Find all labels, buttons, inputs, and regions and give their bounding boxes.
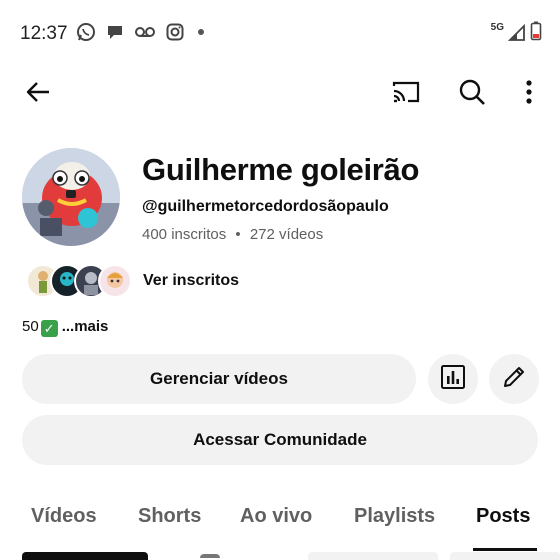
description-text: 50 bbox=[22, 318, 39, 335]
network-type: 5G bbox=[490, 22, 504, 33]
channel-handle: @guilhermetorcedordosãopaulo bbox=[142, 198, 389, 215]
dot-icon bbox=[194, 22, 208, 47]
status-bar: 12:37 5G bbox=[0, 0, 560, 66]
filter-chip[interactable] bbox=[22, 552, 148, 560]
signal-icon bbox=[507, 20, 526, 47]
subscriber-avatar bbox=[98, 264, 132, 298]
channel-name: Guilherme goleirão bbox=[142, 152, 420, 187]
analytics-button[interactable] bbox=[428, 354, 478, 404]
tab-live[interactable]: Ao vivo bbox=[240, 505, 312, 528]
status-time: 12:37 bbox=[20, 23, 68, 44]
channel-avatar[interactable] bbox=[22, 148, 120, 246]
manage-videos-button[interactable]: Gerenciar vídeos bbox=[22, 354, 416, 404]
channel-stats: 400 inscritos • 272 vídeos bbox=[142, 226, 323, 243]
check-mark-icon: ✓ bbox=[40, 320, 58, 337]
search-button[interactable] bbox=[450, 72, 494, 116]
analytics-icon bbox=[440, 364, 466, 395]
filter-chip[interactable] bbox=[450, 552, 560, 560]
tab-playlists[interactable]: Playlists bbox=[354, 505, 435, 528]
notification-icons bbox=[76, 22, 208, 47]
back-button[interactable] bbox=[16, 72, 60, 116]
community-button[interactable]: Acessar Comunidade bbox=[22, 415, 538, 465]
search-icon bbox=[458, 78, 486, 111]
battery-icon bbox=[530, 20, 542, 47]
manage-videos-label: Gerenciar vídeos bbox=[150, 369, 288, 388]
subscriber-avatars[interactable] bbox=[26, 264, 132, 298]
description-more[interactable]: ...mais bbox=[62, 318, 109, 335]
channel-description[interactable]: 50 ✓ ...mais bbox=[22, 318, 108, 337]
stats-separator: • bbox=[235, 226, 241, 243]
video-count: 272 vídeos bbox=[249, 226, 324, 243]
channel-tabs: Vídeos Shorts Ao vivo Playlists Posts bbox=[0, 497, 560, 547]
tab-posts[interactable]: Posts bbox=[476, 505, 530, 528]
cast-button[interactable] bbox=[384, 72, 428, 116]
back-arrow-icon bbox=[24, 78, 52, 111]
see-subscribers-link[interactable]: Ver inscritos bbox=[143, 272, 239, 290]
community-label: Acessar Comunidade bbox=[193, 430, 367, 449]
status-right: 5G bbox=[491, 20, 542, 47]
more-vert-icon bbox=[525, 79, 533, 110]
edit-channel-button[interactable] bbox=[489, 354, 539, 404]
chat-bubble-icon bbox=[105, 22, 125, 47]
channel-screen: 12:37 5G Guilherme goleirão @guilhermeto… bbox=[0, 0, 560, 560]
edit-pencil-icon bbox=[501, 364, 527, 395]
more-options-button[interactable] bbox=[507, 72, 551, 116]
tab-videos[interactable]: Vídeos bbox=[31, 505, 97, 528]
subscriber-count: 400 inscritos bbox=[142, 226, 227, 243]
whatsapp-icon bbox=[76, 22, 96, 47]
voicemail-icon bbox=[134, 22, 156, 47]
cast-icon bbox=[391, 79, 421, 110]
tab-shorts[interactable]: Shorts bbox=[138, 505, 201, 528]
filter-chip-fragment bbox=[200, 554, 220, 558]
filter-chip[interactable] bbox=[308, 552, 438, 560]
active-tab-indicator bbox=[473, 548, 537, 551]
top-app-bar bbox=[0, 72, 560, 116]
instagram-icon bbox=[165, 22, 185, 47]
